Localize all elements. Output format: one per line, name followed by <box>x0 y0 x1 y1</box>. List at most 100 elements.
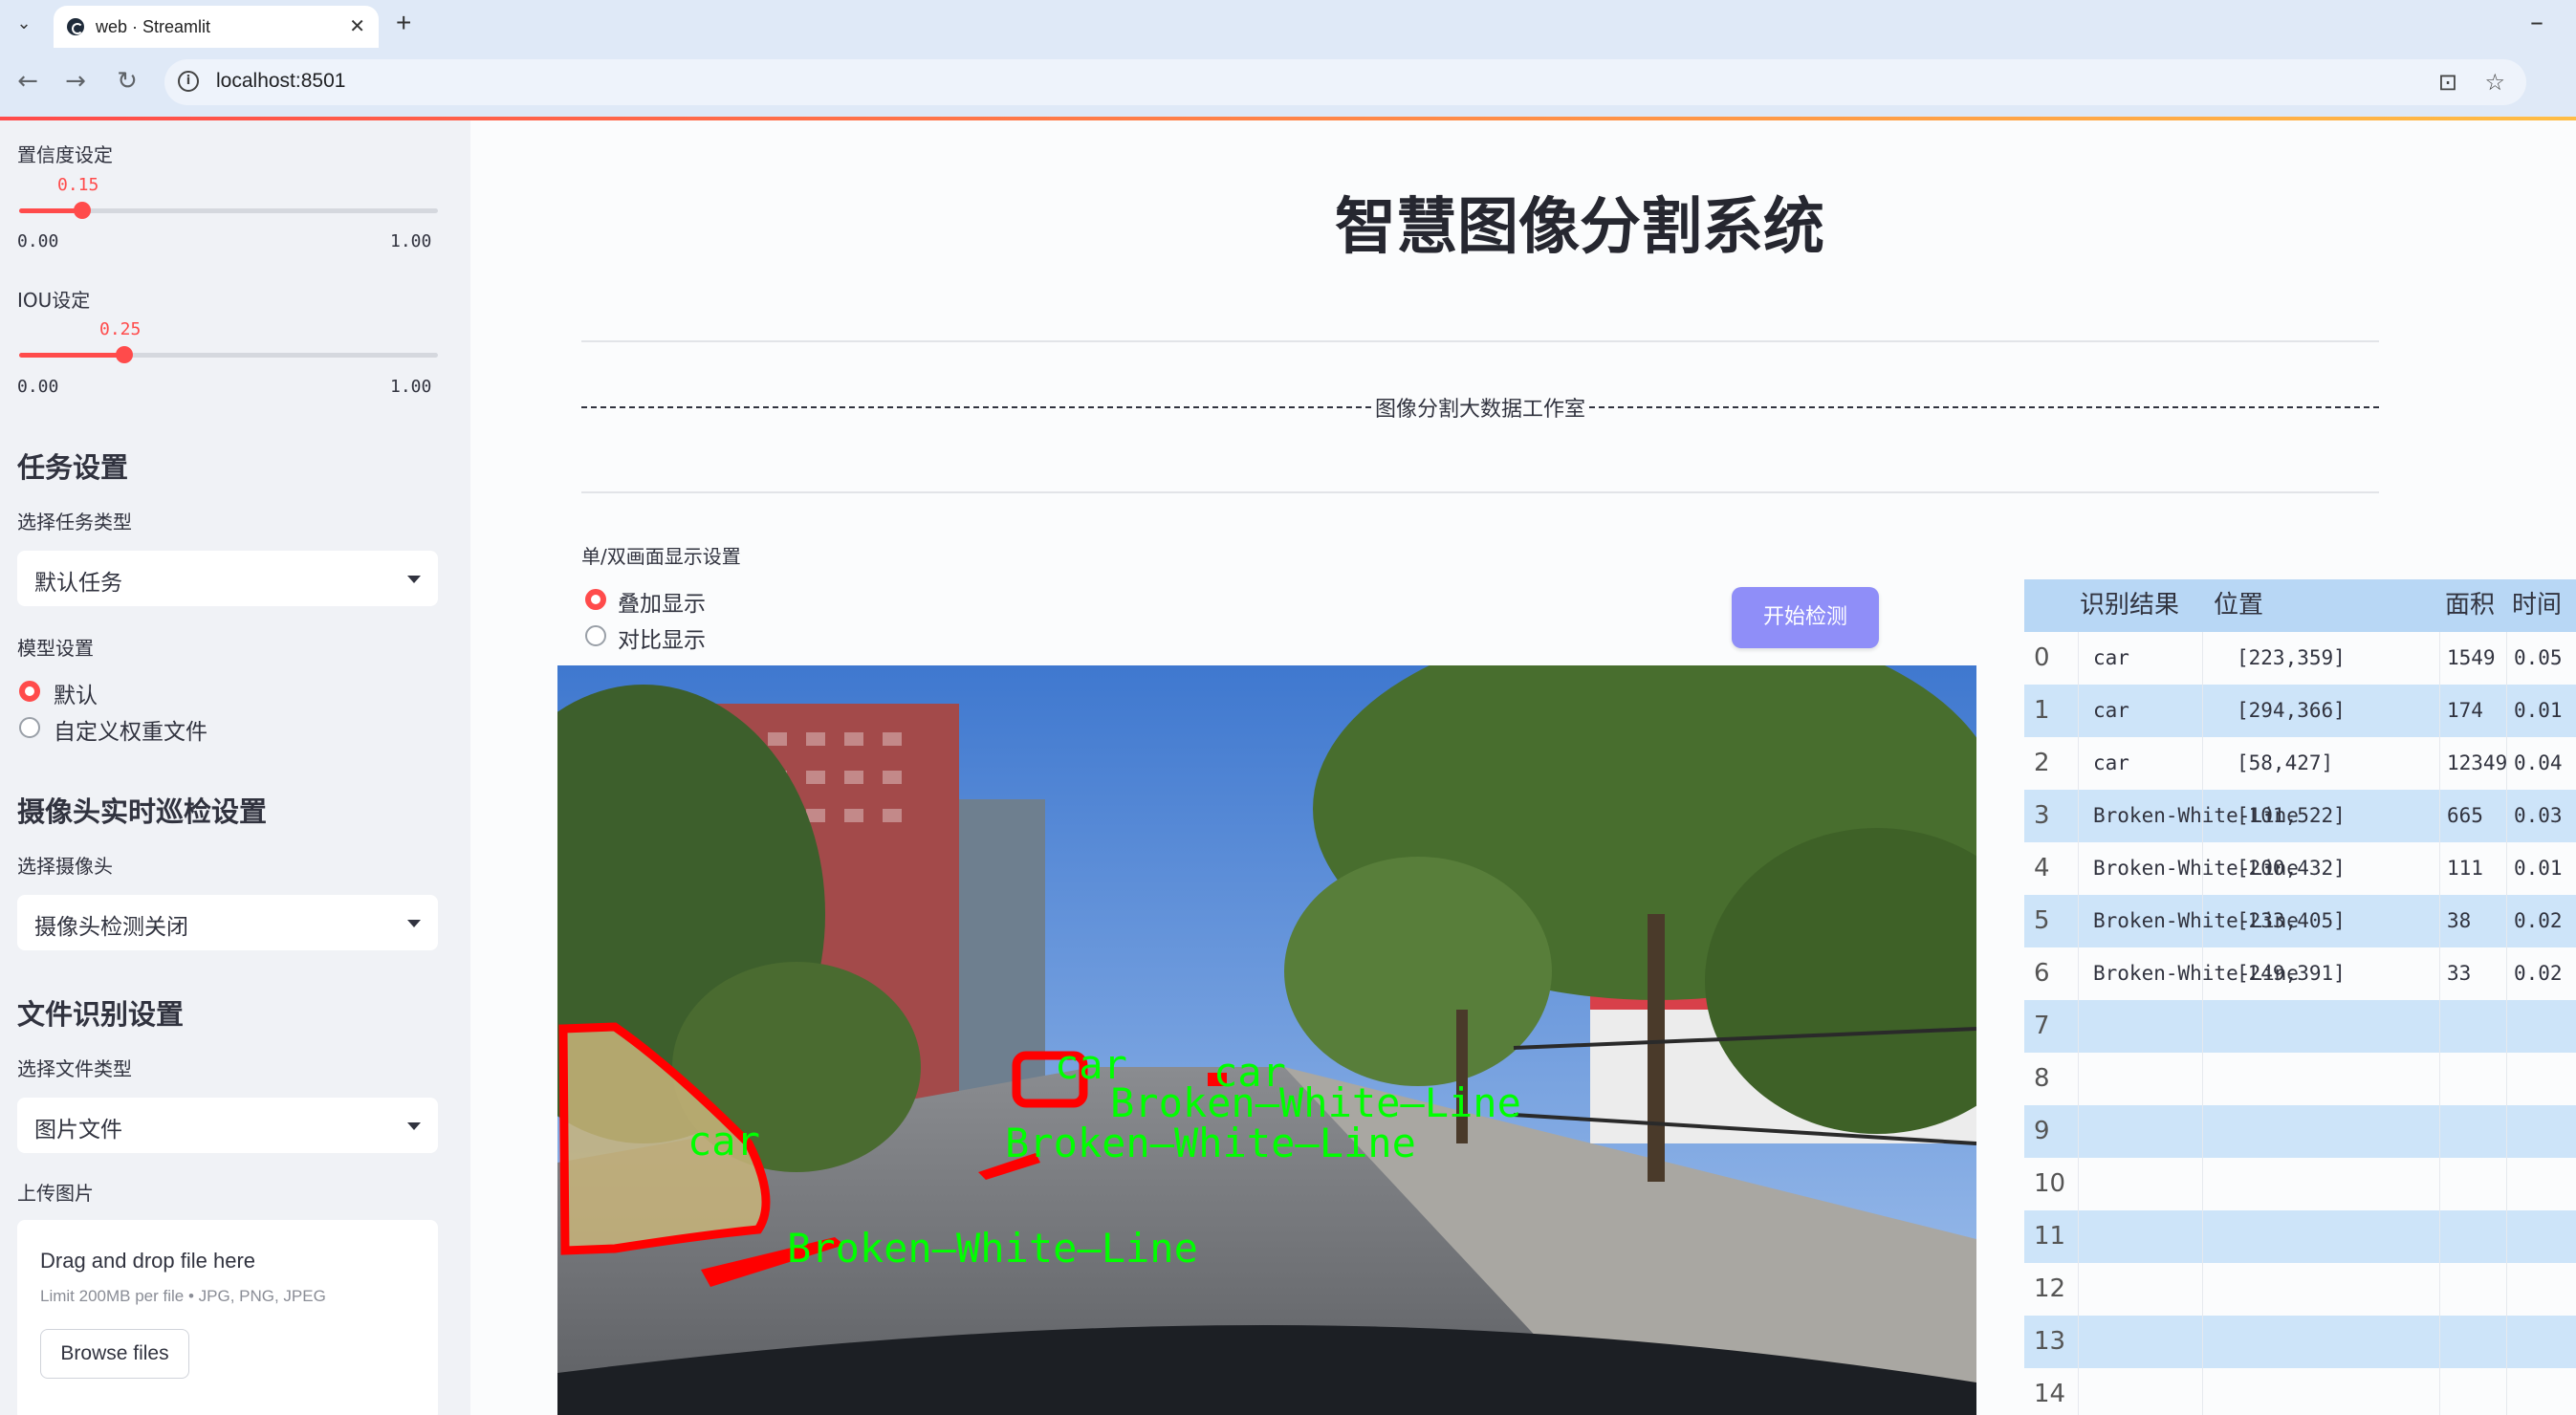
row-index: 3 <box>2034 801 2050 830</box>
table-cell-area: 111 <box>2447 857 2483 880</box>
table-row[interactable]: 5 Broken-White-Line [233,405] 38 0.02 <box>2024 895 2576 947</box>
table-row[interactable]: 2 car [58,427] 12349 0.04 <box>2024 737 2576 790</box>
column-header[interactable]: 识别结果 <box>2080 579 2179 632</box>
streamlit-favicon-icon <box>67 18 84 35</box>
model-settings-label: 模型设置 <box>17 637 94 660</box>
table-cell-pos: [223,359] <box>2237 646 2346 669</box>
iou-slider-thumb[interactable] <box>115 346 133 363</box>
minimize-icon[interactable]: – <box>2530 6 2543 37</box>
task-type-select[interactable]: 默认任务 <box>17 551 438 606</box>
reload-icon[interactable]: ↻ <box>111 65 143 98</box>
table-cell-pos: [294,366] <box>2237 699 2346 722</box>
table-row[interactable]: 6 Broken-White-Line [249,391] 33 0.02 <box>2024 947 2576 1000</box>
table-header: 识别结果 位置 面积 时间 <box>2024 579 2576 632</box>
table-cell-pos: [58,427] <box>2237 751 2334 774</box>
table-cell-time: 0.05 <box>2514 646 2563 669</box>
confidence-max: 1.00 <box>390 231 432 251</box>
chevron-down-icon <box>407 1122 421 1130</box>
start-detection-button[interactable]: 开始检测 <box>1732 587 1879 648</box>
iou-slider[interactable] <box>19 346 438 363</box>
row-index: 8 <box>2034 1064 2050 1093</box>
task-type-label: 选择任务类型 <box>17 511 132 533</box>
iou-max: 1.00 <box>390 377 432 397</box>
file-settings-header: 文件识别设置 <box>17 998 185 1031</box>
divider <box>581 340 2379 342</box>
camera-select[interactable]: 摄像头检测关闭 <box>17 895 438 950</box>
table-cell-result: car <box>2093 751 2129 774</box>
star-icon[interactable]: ☆ <box>2484 69 2505 96</box>
row-index: 7 <box>2034 1012 2050 1040</box>
display-option-overlay[interactable]: 叠加显示 <box>618 585 706 618</box>
camera-settings-header: 摄像头实时巡检设置 <box>17 795 268 828</box>
iou-slider-fill <box>19 353 124 358</box>
table-row[interactable]: 1 car [294,366] 174 0.01 <box>2024 685 2576 737</box>
model-radio-custom[interactable] <box>19 717 40 738</box>
new-tab-icon[interactable]: + <box>396 8 411 38</box>
table-cell-area: 12349 <box>2447 751 2508 774</box>
translate-icon[interactable]: ⊡ <box>2438 69 2457 96</box>
table-row[interactable]: 3 Broken-White-Line [101,522] 665 0.03 <box>2024 790 2576 842</box>
site-info-icon[interactable]: i <box>178 71 199 92</box>
row-index: 10 <box>2034 1169 2066 1198</box>
camera-value: 摄像头检测关闭 <box>34 915 188 940</box>
forward-icon[interactable]: → <box>59 65 92 98</box>
table-cell-time: 0.04 <box>2514 751 2563 774</box>
model-radio-default[interactable] <box>19 681 40 702</box>
row-index: 2 <box>2034 749 2050 777</box>
display-radio-compare[interactable] <box>585 625 606 646</box>
row-index: 14 <box>2034 1380 2066 1408</box>
confidence-slider-thumb[interactable] <box>73 202 91 219</box>
address-bar[interactable]: i localhost:8501 ⊡ ☆ <box>164 59 2526 105</box>
column-header[interactable]: 时间 <box>2512 579 2562 632</box>
file-type-value: 图片文件 <box>34 1118 122 1143</box>
row-index: 9 <box>2034 1117 2050 1145</box>
table-row[interactable]: 0 car [223,359] 1549 0.05 <box>2024 632 2576 685</box>
table-row[interactable]: 12 <box>2024 1263 2576 1316</box>
file-type-select[interactable]: 图片文件 <box>17 1098 438 1153</box>
table-row[interactable]: 4 Broken-White-Line [200,432] 111 0.01 <box>2024 842 2576 895</box>
table-row[interactable]: 10 <box>2024 1158 2576 1210</box>
browse-files-button[interactable]: Browse files <box>40 1329 189 1379</box>
table-row[interactable]: 9 <box>2024 1105 2576 1158</box>
confidence-min: 0.00 <box>17 231 59 251</box>
table-cell-result: car <box>2093 699 2129 722</box>
file-type-label: 选择文件类型 <box>17 1057 132 1080</box>
table-row[interactable]: 14 <box>2024 1368 2576 1415</box>
tab-search-icon[interactable]: ⌄ <box>10 10 38 38</box>
iou-min: 0.00 <box>17 377 59 397</box>
table-cell-time: 0.02 <box>2514 909 2563 932</box>
column-header[interactable]: 面积 <box>2445 579 2495 632</box>
confidence-slider-fill <box>19 208 82 213</box>
dropzone-limit: Limit 200MB per file • JPG, PNG, JPEG <box>40 1287 326 1305</box>
display-radio-overlay[interactable] <box>585 589 606 610</box>
dropzone-title: Drag and drop file here <box>40 1249 256 1273</box>
table-row[interactable]: 7 <box>2024 1000 2576 1053</box>
divider <box>581 491 2379 493</box>
column-header[interactable]: 位置 <box>2214 579 2263 632</box>
row-index: 4 <box>2034 854 2050 882</box>
table-row[interactable]: 11 <box>2024 1210 2576 1263</box>
table-cell-pos: [200,432] <box>2237 857 2346 880</box>
file-dropzone[interactable]: Drag and drop file here Limit 200MB per … <box>17 1220 438 1415</box>
display-mode-label: 单/双画面显示设置 <box>581 545 741 568</box>
sidebar: 置信度设定 0.15 0.00 1.00 IOU设定 0.25 0.00 1.0… <box>0 120 470 1415</box>
table-cell-area: 33 <box>2447 962 2472 985</box>
table-row[interactable]: 8 <box>2024 1053 2576 1105</box>
confidence-slider[interactable] <box>19 202 438 219</box>
table-cell-time: 0.03 <box>2514 804 2563 827</box>
row-index: 13 <box>2034 1327 2066 1356</box>
close-icon[interactable]: ✕ <box>349 14 365 37</box>
url-text: localhost:8501 <box>216 70 346 92</box>
confidence-value: 0.15 <box>57 175 99 195</box>
display-option-compare[interactable]: 对比显示 <box>618 621 706 654</box>
table-cell-area: 1549 <box>2447 646 2496 669</box>
row-index: 1 <box>2034 696 2050 725</box>
table-row[interactable]: 13 <box>2024 1316 2576 1368</box>
model-option-custom[interactable]: 自定义权重文件 <box>54 713 207 746</box>
iou-label: IOU设定 <box>17 289 91 312</box>
model-option-default[interactable]: 默认 <box>54 677 98 709</box>
table-cell-pos: [233,405] <box>2237 909 2346 932</box>
browser-tab[interactable]: web · Streamlit ✕ <box>54 6 379 48</box>
back-icon[interactable]: ← <box>11 65 44 98</box>
table-cell-time: 0.01 <box>2514 857 2563 880</box>
